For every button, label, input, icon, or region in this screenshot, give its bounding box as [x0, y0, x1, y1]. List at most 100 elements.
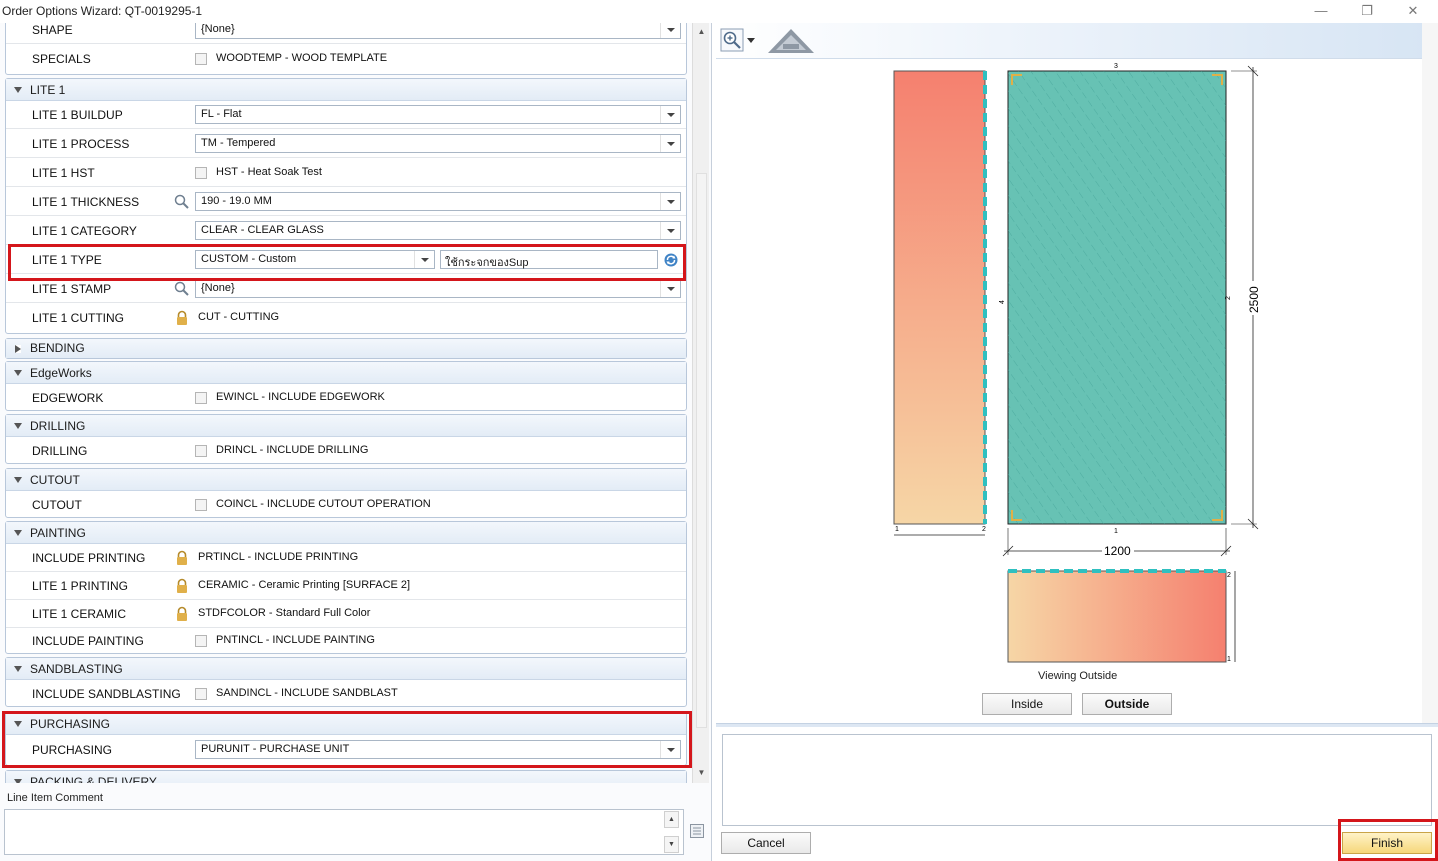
comment-label: Line Item Comment — [7, 792, 103, 804]
scroll-thumb[interactable] — [696, 173, 707, 728]
highlight-finish — [1338, 819, 1438, 861]
search-icon[interactable] — [174, 281, 190, 297]
collapse-triangle-icon[interactable] — [14, 423, 22, 429]
edge-label-left: 4 — [999, 300, 1006, 304]
include-printing-value: PRTINCL - INCLUDE PRINTING — [198, 551, 359, 563]
cutout-header-label: CUTOUT — [30, 473, 80, 487]
include-sandblasting-label: INCLUDE SANDBLASTING — [32, 687, 181, 701]
lite1-buildup-combo[interactable]: FL - Flat — [195, 105, 681, 124]
lite1-stamp-value: {None} — [201, 282, 235, 294]
chevron-down-icon[interactable] — [660, 280, 680, 297]
viewing-label: Viewing Outside — [1038, 670, 1118, 682]
edgeworks-header[interactable]: EdgeWorks — [6, 362, 686, 384]
preview-scroll-track[interactable] — [1422, 23, 1438, 723]
row-lite1-cutting: LITE 1 CUTTING CUT - CUTTING — [6, 304, 686, 332]
painting-header[interactable]: PAINTING — [6, 522, 686, 544]
cutout-header[interactable]: CUTOUT — [6, 469, 686, 491]
collapse-triangle-icon[interactable] — [14, 477, 22, 483]
lock-icon — [177, 606, 187, 621]
collapse-triangle-icon[interactable] — [14, 370, 22, 376]
bending-header[interactable]: BENDING — [6, 339, 686, 358]
title-bar: Order Options Wizard: QT-0019295-1 — ❐ ✕ — [0, 0, 1438, 23]
close-button[interactable]: ✕ — [1390, 0, 1436, 23]
edgework-checkbox[interactable] — [195, 392, 207, 404]
restore-button[interactable]: ❐ — [1344, 0, 1390, 23]
painting-header-label: PAINTING — [30, 526, 86, 540]
row-lite1-hst: LITE 1 HST HST - Heat Soak Test — [6, 159, 686, 187]
glass-preview-drawing: 1 2 3 2 1 4 2500 1200 2 1 — [893, 63, 1261, 663]
row-lite1-buildup: LITE 1 BUILDUP FL - Flat — [6, 101, 686, 129]
lite1-cutting-label: LITE 1 CUTTING — [32, 311, 125, 325]
edgeworks-header-label: EdgeWorks — [30, 366, 92, 380]
edge-label-top: 3 — [1114, 63, 1118, 70]
scroll-down-arrow-icon[interactable]: ▼ — [693, 764, 710, 781]
lite1-cutting-value: CUT - CUTTING — [198, 311, 280, 323]
lite1-category-combo[interactable]: CLEAR - CLEAR GLASS — [195, 221, 681, 240]
row-drilling: DRILLING DRINCL - INCLUDE DRILLING — [6, 437, 686, 465]
include-sandblasting-checkbox[interactable] — [195, 688, 207, 700]
shape-combo[interactable]: {None} — [195, 23, 681, 39]
comment-scrollbar[interactable]: ▲ ▼ — [664, 811, 681, 853]
preview-panel: 1 2 3 2 1 4 2500 1200 2 1 Viewing Outsid… — [716, 23, 1438, 861]
group-general: SHAPE {None} SPECIALS WOODTEMP - WOOD TE… — [5, 23, 687, 75]
outside-button[interactable]: Outside — [1082, 693, 1172, 715]
row-cutout: CUTOUT COINCL - INCLUDE CUTOUT OPERATION — [6, 491, 686, 519]
row-edgework: EDGEWORK EWINCL - INCLUDE EDGEWORK — [6, 384, 686, 412]
include-painting-checkbox[interactable] — [195, 635, 207, 647]
lite1-header[interactable]: LITE 1 — [6, 79, 686, 101]
collapse-triangle-icon[interactable] — [14, 87, 22, 93]
bending-header-label: BENDING — [30, 341, 85, 355]
lite1-ceramic-label: LITE 1 CERAMIC — [32, 607, 127, 621]
collapse-triangle-icon[interactable] — [14, 779, 22, 783]
comment-input[interactable] — [4, 809, 684, 855]
edge-label-right: 2 — [1225, 296, 1232, 300]
collapse-triangle-icon[interactable] — [14, 530, 22, 536]
edgework-value: EWINCL - INCLUDE EDGEWORK — [216, 391, 385, 403]
lite1-thickness-combo[interactable]: 190 - 19.0 MM — [195, 192, 681, 211]
chevron-down-icon[interactable] — [660, 222, 680, 239]
chevron-down-icon[interactable] — [660, 106, 680, 123]
row-lite1-thickness: LITE 1 THICKNESS 190 - 19.0 MM — [6, 188, 686, 216]
lock-icon — [177, 578, 187, 593]
drilling-checkbox[interactable] — [195, 445, 207, 457]
collapse-triangle-icon[interactable] — [14, 666, 22, 672]
drilling-header[interactable]: DRILLING — [6, 415, 686, 437]
lite1-printing-value: CERAMIC - Ceramic Printing [SURFACE 2] — [198, 579, 411, 591]
chevron-down-icon[interactable] — [660, 23, 680, 38]
lite1-category-label: LITE 1 CATEGORY — [32, 224, 137, 238]
lock-icon — [177, 310, 187, 325]
cutout-checkbox[interactable] — [195, 499, 207, 511]
options-scrollbar[interactable]: ▲ ▼ — [692, 23, 709, 783]
inside-button[interactable]: Inside — [982, 693, 1072, 715]
expand-triangle-icon[interactable] — [15, 345, 21, 353]
bottom-label-2: 2 — [1227, 572, 1231, 579]
lite1-process-combo[interactable]: TM - Tempered — [195, 134, 681, 153]
group-packing: PACKING & DELIVERY — [5, 770, 687, 783]
splitter[interactable] — [716, 723, 1438, 727]
notes-area[interactable] — [722, 734, 1432, 826]
row-specials: SPECIALS WOODTEMP - WOOD TEMPLATE — [6, 45, 686, 73]
comment-scroll-down-icon[interactable]: ▼ — [664, 836, 679, 853]
scroll-up-arrow-icon[interactable]: ▲ — [693, 23, 710, 40]
lite1-ceramic-value: STDFCOLOR - Standard Full Color — [198, 607, 371, 619]
width-dim-text: 1200 — [1104, 544, 1131, 558]
chevron-down-icon[interactable] — [660, 135, 680, 152]
minimize-button[interactable]: — — [1298, 0, 1344, 23]
row-lite1-printing: LITE 1 PRINTING CERAMIC - Ceramic Printi… — [6, 572, 686, 600]
group-sandblasting: SANDBLASTING INCLUDE SANDBLASTING SANDIN… — [5, 657, 687, 707]
chevron-down-icon[interactable] — [660, 193, 680, 210]
packing-header[interactable]: PACKING & DELIVERY — [6, 771, 686, 783]
comment-scroll-up-icon[interactable]: ▲ — [664, 811, 679, 828]
lite1-stamp-combo[interactable]: {None} — [195, 279, 681, 298]
lite1-process-label: LITE 1 PROCESS — [32, 137, 130, 151]
notes-icon[interactable] — [689, 823, 705, 839]
row-shape: SHAPE {None} — [6, 23, 686, 44]
lite1-thickness-label: LITE 1 THICKNESS — [32, 195, 140, 209]
specials-checkbox[interactable] — [195, 53, 207, 65]
sandblasting-header[interactable]: SANDBLASTING — [6, 658, 686, 680]
side-label-1: 1 — [895, 526, 899, 533]
lite1-hst-checkbox[interactable] — [195, 167, 207, 179]
search-icon[interactable] — [174, 194, 190, 210]
cancel-button[interactable]: Cancel — [721, 832, 811, 854]
lite1-hst-value: HST - Heat Soak Test — [216, 166, 322, 178]
